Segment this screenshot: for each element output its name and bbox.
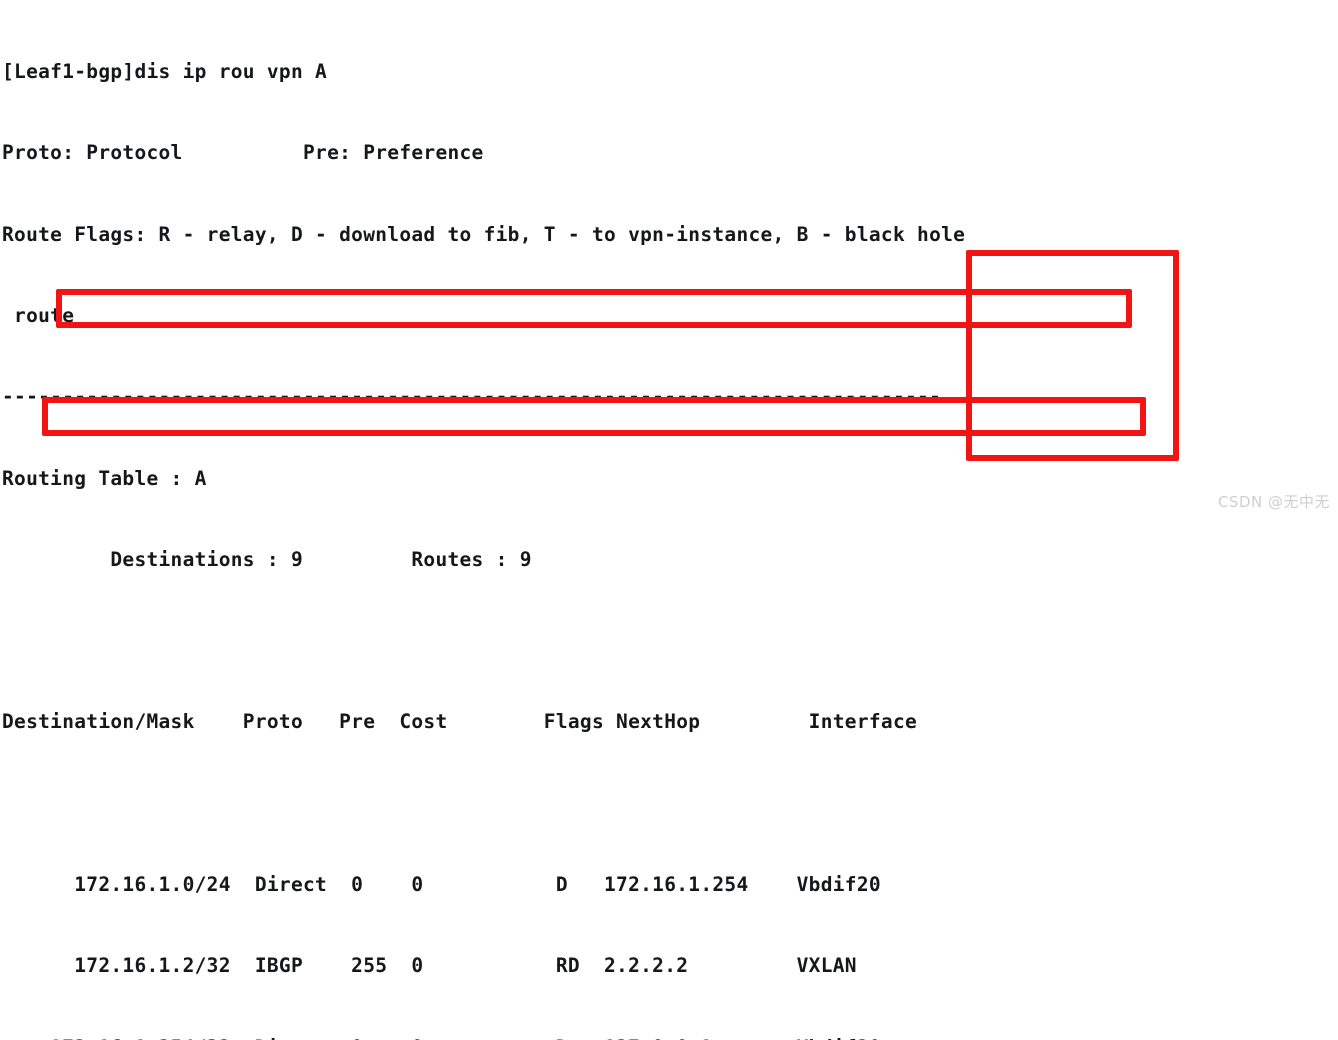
route-flags-line: Route Flags: R - relay, D - download to … xyxy=(2,222,966,246)
destinations-routes-line: Destinations : 9 Routes : 9 xyxy=(2,547,532,571)
terminal-window: [Leaf1-bgp]dis ip rou vpn A Proto: Proto… xyxy=(0,0,1338,1040)
table-row: 172.16.1.0/24 Direct 0 0 D 172.16.1.254 … xyxy=(2,873,881,896)
blank-line-2 xyxy=(2,790,1338,817)
separator-line: ----------------------------------------… xyxy=(2,385,942,409)
table-row: 172.16.1.254/32 Direct 0 0 D 127.0.0.1 V… xyxy=(2,1034,1338,1040)
terminal-console-output: [Leaf1-bgp]dis ip rou vpn A Proto: Proto… xyxy=(0,0,1338,1040)
table-header-line: Destination/Mask Proto Pre Cost Flags Ne… xyxy=(2,710,918,734)
table-row: 172.16.1.2/32 IBGP 255 0 RD 2.2.2.2 VXLA… xyxy=(2,954,857,978)
blank-line-1 xyxy=(2,627,1338,654)
command-prompt-line: [Leaf1-bgp]dis ip rou vpn A xyxy=(2,60,328,84)
watermark-label: CSDN @无中无 xyxy=(1217,493,1330,511)
route-flags-cont-line: route xyxy=(2,304,75,328)
proto-legend-line: Proto: Protocol Pre: Preference xyxy=(2,141,484,165)
routing-table-line: Routing Table : A xyxy=(2,466,207,490)
